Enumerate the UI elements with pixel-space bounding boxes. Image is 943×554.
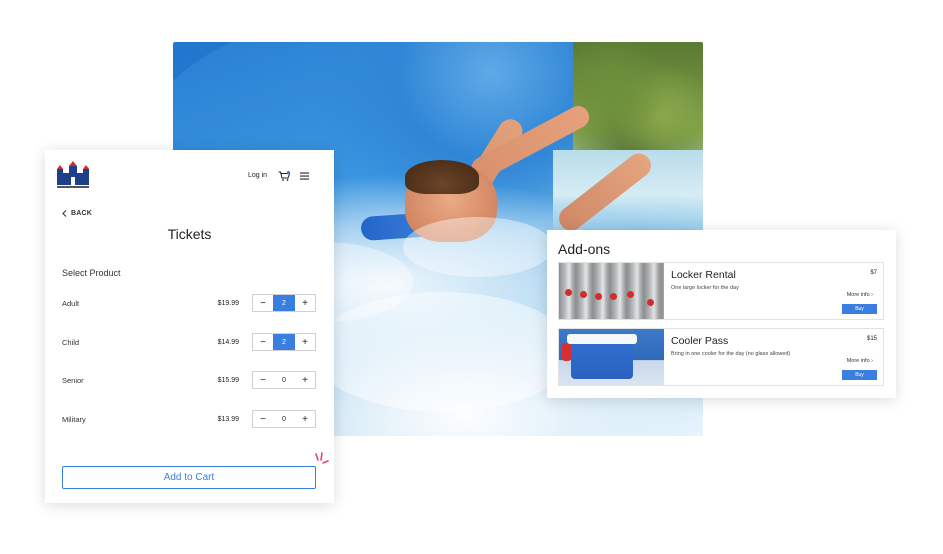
- ticket-name: Senior: [62, 375, 84, 385]
- ticket-row-senior: Senior $15.99 − 0 +: [62, 371, 316, 389]
- cart-icon[interactable]: [278, 171, 290, 181]
- section-subtitle: Select Product: [62, 268, 121, 278]
- login-link[interactable]: Log in: [248, 172, 267, 179]
- water-splash: [403, 217, 553, 277]
- quantity-stepper: − 2 +: [252, 333, 316, 351]
- back-link[interactable]: BACK: [62, 210, 92, 217]
- chevron-left-icon: [62, 210, 67, 217]
- locker-photo: [559, 263, 664, 319]
- quantity-stepper: − 0 +: [252, 410, 316, 428]
- page-title: Tickets: [167, 226, 212, 242]
- quantity-value[interactable]: 2: [273, 334, 295, 350]
- ticket-name: Child: [62, 337, 80, 347]
- buy-button[interactable]: Buy: [842, 370, 877, 380]
- ticket-row-adult: Adult $19.99 − 2 +: [62, 294, 316, 312]
- buy-button[interactable]: Buy: [842, 304, 877, 314]
- tickets-panel: Log in BACK Tickets Select Product Adult…: [45, 150, 334, 503]
- ticket-name: Adult: [62, 298, 80, 308]
- more-info-link[interactable]: More info ›: [847, 292, 873, 298]
- kid-hair: [405, 160, 479, 194]
- quantity-value[interactable]: 2: [273, 295, 295, 311]
- ticket-price: $14.99: [217, 338, 239, 346]
- addon-card-locker: Locker Rental One large locker for the d…: [558, 262, 884, 320]
- addon-name: Locker Rental: [671, 269, 736, 281]
- addon-name: Cooler Pass: [671, 335, 729, 347]
- decrement-button[interactable]: −: [253, 411, 273, 427]
- addons-heading: Add-ons: [558, 241, 611, 257]
- add-to-cart-button[interactable]: Add to Cart: [62, 466, 316, 489]
- addon-price: $15: [866, 336, 877, 342]
- quantity-stepper: − 0 +: [252, 371, 316, 389]
- ticket-row-child: Child $14.99 − 2 +: [62, 333, 316, 351]
- ticket-price: $19.99: [217, 299, 239, 307]
- cooler-photo: [559, 329, 664, 385]
- increment-button[interactable]: +: [295, 334, 315, 350]
- ticket-row-military: Military $13.99 − 0 +: [62, 410, 316, 428]
- decrement-button[interactable]: −: [253, 334, 273, 350]
- quantity-value[interactable]: 0: [273, 372, 295, 388]
- decrement-button[interactable]: −: [253, 372, 273, 388]
- increment-button[interactable]: +: [295, 372, 315, 388]
- quantity-stepper: − 2 +: [252, 294, 316, 312]
- addons-panel: Add-ons Locker Rental One large locker f…: [547, 230, 896, 398]
- addon-description: One large locker for the day: [671, 285, 739, 291]
- addon-price: $7: [870, 270, 877, 276]
- addon-description: Bring in one cooler for the day (no glas…: [671, 351, 791, 357]
- decrement-button[interactable]: −: [253, 295, 273, 311]
- increment-button[interactable]: +: [295, 295, 315, 311]
- quantity-value[interactable]: 0: [273, 411, 295, 427]
- more-info-link[interactable]: More info ›: [847, 358, 873, 364]
- back-label: BACK: [71, 210, 93, 217]
- ticket-name: Military: [62, 414, 86, 424]
- hamburger-menu-icon[interactable]: [300, 172, 309, 180]
- castle-logo[interactable]: [55, 161, 91, 189]
- increment-button[interactable]: +: [295, 411, 315, 427]
- ticket-price: $13.99: [217, 415, 239, 423]
- ticket-price: $15.99: [217, 376, 239, 384]
- addon-card-cooler: Cooler Pass Bring in one cooler for the …: [558, 328, 884, 386]
